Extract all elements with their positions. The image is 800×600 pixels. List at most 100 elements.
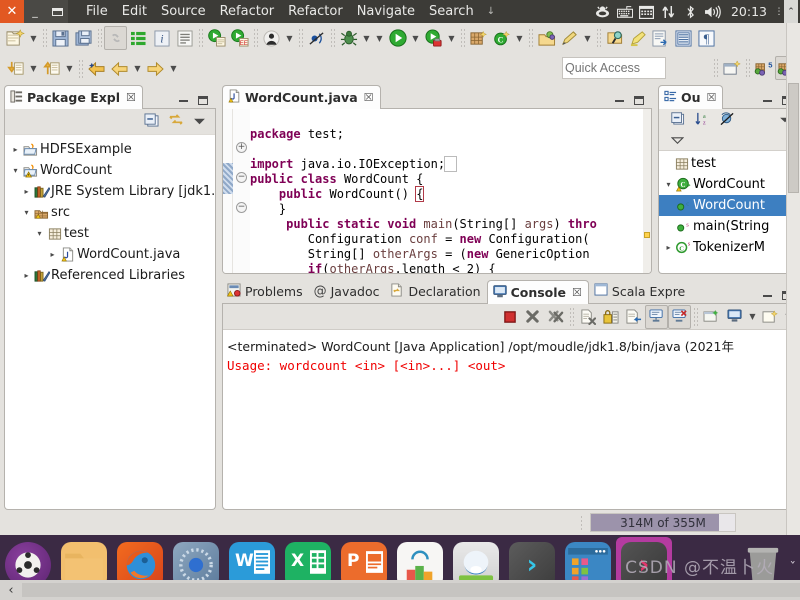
outline-item-wordcount-class[interactable]: ▾ C WordCount <box>659 174 799 195</box>
network-updown-icon[interactable] <box>658 0 680 23</box>
edit-pencil-icon[interactable] <box>558 26 581 50</box>
minimize-icon[interactable] <box>763 99 772 102</box>
editor-folding-column[interactable]: + − − <box>233 109 250 273</box>
fold-expand-icon[interactable]: + <box>236 142 247 153</box>
run-config-icon[interactable] <box>422 26 445 50</box>
display-selected-console-icon[interactable] <box>668 304 691 329</box>
quick-access-input[interactable] <box>562 57 666 79</box>
back-caret[interactable]: ▼ <box>131 57 144 81</box>
tab-problems[interactable]: Problems <box>222 279 309 303</box>
debug-last-tool-icon[interactable]: EE <box>228 26 251 50</box>
close-icon[interactable]: ☒ <box>707 91 717 104</box>
collapse-arrow-icon[interactable]: ▾ <box>20 208 33 217</box>
maximize-icon[interactable] <box>198 96 208 105</box>
warning-marker[interactable] <box>644 232 650 238</box>
dock-scroll-bar[interactable]: ‹ <box>0 580 800 600</box>
new-console-view-icon[interactable] <box>759 305 782 329</box>
run-icon[interactable] <box>386 26 409 50</box>
close-icon[interactable]: ☒ <box>126 91 136 104</box>
remove-all-launches-icon[interactable] <box>544 305 567 329</box>
expand-arrow-icon[interactable]: ▸ <box>20 271 33 280</box>
back-to-icon[interactable] <box>85 57 108 81</box>
menu-item-refactor-1[interactable]: Refactor <box>213 0 282 23</box>
menu-item-refactor-2[interactable]: Refactor <box>281 0 350 23</box>
editor-left-ruler[interactable] <box>223 109 233 273</box>
menu-item-navigate[interactable]: Navigate <box>350 0 422 23</box>
window-scrollbar[interactable] <box>786 23 800 535</box>
tab-declaration[interactable]: Declaration <box>385 279 486 303</box>
new-package-icon[interactable] <box>467 26 490 50</box>
forward-arrow-icon[interactable] <box>144 57 167 81</box>
clear-console-icon[interactable] <box>576 305 599 329</box>
tab-outline[interactable]: Ou ☒ <box>658 85 724 109</box>
display-console-icon[interactable] <box>723 305 746 329</box>
expand-arrow-icon[interactable]: ▸ <box>9 145 22 154</box>
collapse-arrow-icon[interactable]: ▾ <box>9 166 22 175</box>
link-refresh-icon[interactable] <box>104 26 127 50</box>
pencil-caret[interactable]: ▼ <box>581 26 594 50</box>
minimize-icon[interactable] <box>179 99 188 102</box>
outline-item-wordcount-constructor[interactable]: c WordCount <box>659 195 799 216</box>
volume-icon[interactable] <box>702 0 724 23</box>
run-config-caret[interactable]: ▼ <box>445 26 458 50</box>
fold-collapse-icon[interactable]: − <box>236 202 247 213</box>
ibus-icon[interactable] <box>592 0 614 23</box>
new-dropdown-caret[interactable]: ▼ <box>27 26 40 50</box>
minimize-icon[interactable] <box>763 294 772 297</box>
run-left-caret[interactable]: ▼ <box>373 26 386 50</box>
menu-overflow-icon[interactable]: ↓ <box>481 6 501 17</box>
tab-wordcount-java[interactable]: WordCount.java ☒ <box>222 85 381 109</box>
show-console-on-output-icon[interactable] <box>622 305 645 329</box>
tree-item-wordcount-java[interactable]: ▸ WordCount.java <box>7 244 215 265</box>
calendar-icon[interactable] <box>636 0 658 23</box>
lock-scroll-icon[interactable] <box>599 305 622 329</box>
new-class-icon[interactable]: C <box>490 26 513 50</box>
open-perspective-icon[interactable] <box>720 56 743 80</box>
back-arrow-icon[interactable] <box>108 57 131 81</box>
search-type-icon[interactable] <box>603 26 626 50</box>
tab-javadoc[interactable]: @ Javadoc <box>309 279 386 303</box>
close-icon[interactable]: ☒ <box>572 286 582 299</box>
person-icon[interactable] <box>260 26 283 50</box>
export-icon[interactable] <box>649 26 672 50</box>
tab-package-explorer[interactable]: Package Expl ☒ <box>4 85 143 109</box>
expand-arrow-icon[interactable]: ▸ <box>20 187 33 196</box>
tab-console[interactable]: Console ☒ <box>486 280 589 304</box>
person-caret[interactable]: ▼ <box>283 26 296 50</box>
tree-item-src[interactable]: ▾ src <box>7 202 215 223</box>
collapse-arrow-icon[interactable]: ▾ <box>33 229 46 238</box>
remove-launch-icon[interactable] <box>521 305 544 329</box>
tree-item-hdfsexample[interactable]: ▸ HDFSExample <box>7 139 215 160</box>
paragraph-icon[interactable]: ¶ <box>695 26 718 50</box>
step-into-caret[interactable]: ▼ <box>27 57 40 81</box>
forward-caret[interactable]: ▼ <box>167 57 180 81</box>
bluetooth-icon[interactable] <box>680 0 702 23</box>
skip-breakpoints-icon[interactable] <box>305 26 328 50</box>
run-caret[interactable]: ▼ <box>409 26 422 50</box>
keyboard-icon[interactable] <box>614 0 636 23</box>
expand-arrow-icon[interactable]: ▸ <box>46 250 59 259</box>
minimize-icon[interactable] <box>615 99 624 102</box>
highlight-icon[interactable] <box>626 26 649 50</box>
scrollbar-thumb[interactable] <box>788 83 799 193</box>
back-arrow-icon[interactable]: ‹ <box>0 583 22 598</box>
hide-fields-icon[interactable] <box>720 112 735 129</box>
sort-az-icon[interactable]: az <box>695 112 710 129</box>
window-minimize-button[interactable]: _ <box>24 0 46 23</box>
open-console-icon[interactable] <box>700 305 723 329</box>
tab-scala-expression[interactable]: Scala Expre <box>589 279 691 303</box>
menu-item-edit[interactable]: Edit <box>115 0 154 23</box>
tree-item-referenced-libraries[interactable]: ▸ Referenced Libraries <box>7 265 215 286</box>
fold-collapse-icon[interactable]: − <box>236 172 247 183</box>
new-wizard-icon[interactable] <box>4 26 27 50</box>
menu-item-search[interactable]: Search <box>422 0 481 23</box>
view-menu-icon[interactable] <box>193 115 206 129</box>
heap-status-indicator[interactable]: 314M of 355M <box>590 513 736 532</box>
save-icon[interactable] <box>49 26 72 50</box>
outline-item-tokenizer-mapper[interactable]: ▸ Cs TokenizerM <box>659 237 799 258</box>
info-icon[interactable]: i <box>150 26 173 50</box>
step-return-caret[interactable]: ▼ <box>63 57 76 81</box>
menu-item-file[interactable]: File <box>79 0 115 23</box>
editor-vertical-ruler[interactable] <box>643 109 651 273</box>
java-ee-perspective-icon[interactable]: 5 <box>752 56 775 80</box>
